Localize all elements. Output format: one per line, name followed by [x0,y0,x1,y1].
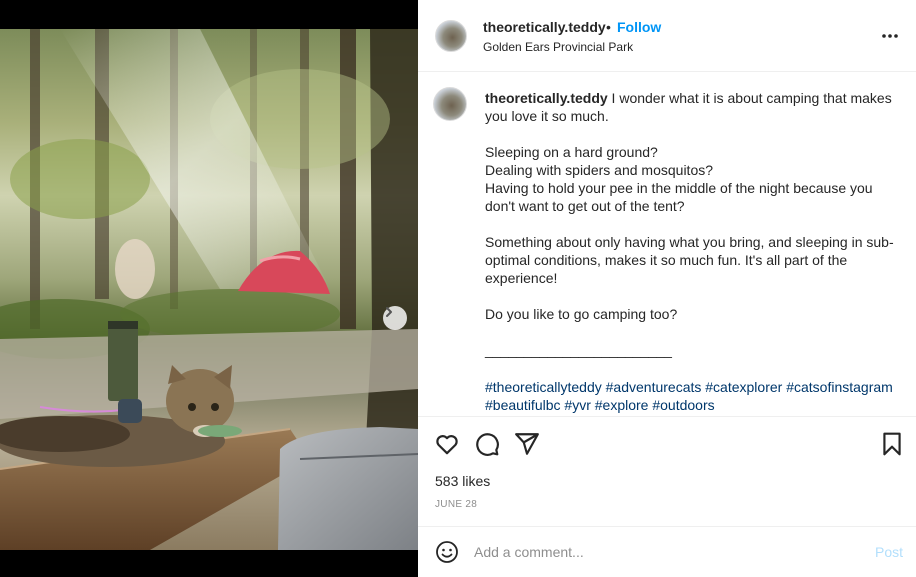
username-link[interactable]: theoretically.teddy [483,19,606,35]
avatar[interactable] [433,87,467,121]
heart-icon[interactable] [434,431,460,457]
hashtag-link[interactable]: #theoreticallyteddy [485,379,602,395]
photo-scene [0,29,418,550]
post-sidebar: theoretically.teddy • Follow Golden Ears… [418,0,916,577]
caption-body: I wonder what it is about camping that m… [485,90,894,358]
share-icon[interactable] [514,431,540,457]
hashtags: #theoreticallyteddy #adventurecats #cate… [485,378,895,414]
comment-input[interactable] [474,541,854,563]
comment-bar: Post [418,526,916,577]
chevron-right-icon [386,307,392,317]
follow-button[interactable]: Follow [617,19,661,35]
hashtag-link[interactable]: #explore [595,397,649,413]
hashtag-link[interactable]: #outdoors [652,397,714,413]
caption-username[interactable]: theoretically.teddy [485,90,608,106]
post-comment-button[interactable]: Post [875,544,903,560]
post-header: theoretically.teddy • Follow Golden Ears… [418,0,916,72]
hashtag-link[interactable]: #beautifulbc [485,397,561,413]
emoji-icon[interactable] [435,540,459,564]
bookmark-icon[interactable] [879,431,905,457]
comment-icon[interactable] [474,431,500,457]
next-photo-button[interactable] [383,306,407,330]
hashtag-link[interactable]: #catexplorer [705,379,782,395]
post-date[interactable]: JUNE 28 [435,499,477,510]
caption-section: theoretically.teddy I wonder what it is … [418,72,916,416]
post-actions: 583 likes JUNE 28 [418,416,916,526]
post-photo[interactable] [0,29,418,550]
hashtag-link[interactable]: #catsofinstagram [786,379,893,395]
likes-count[interactable]: 583 likes [435,473,490,489]
hashtag-link[interactable]: #adventurecats [606,379,702,395]
location-link[interactable]: Golden Ears Provincial Park [483,40,633,54]
separator-dot: • [606,19,611,35]
hashtag-link[interactable]: #yvr [564,397,590,413]
more-options-icon[interactable] [880,26,900,46]
caption-text: theoretically.teddy I wonder what it is … [485,89,895,359]
avatar[interactable] [435,20,467,52]
post-media [0,0,418,577]
